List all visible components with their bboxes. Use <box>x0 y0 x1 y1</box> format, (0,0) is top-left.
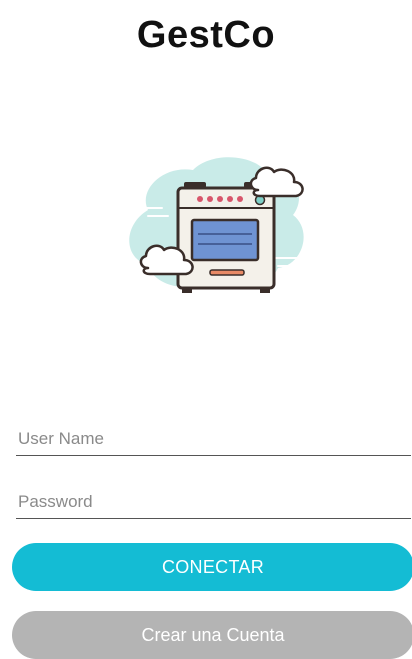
password-input[interactable] <box>18 492 398 512</box>
create-account-button[interactable]: Crear una Cuenta <box>12 611 412 659</box>
username-input[interactable] <box>18 429 398 449</box>
app-title: GestCo <box>136 14 276 56</box>
connect-button[interactable]: CONECTAR <box>12 543 412 591</box>
password-field[interactable] <box>16 479 411 519</box>
oven-with-clouds-icon <box>129 157 307 293</box>
username-field[interactable] <box>16 416 411 456</box>
